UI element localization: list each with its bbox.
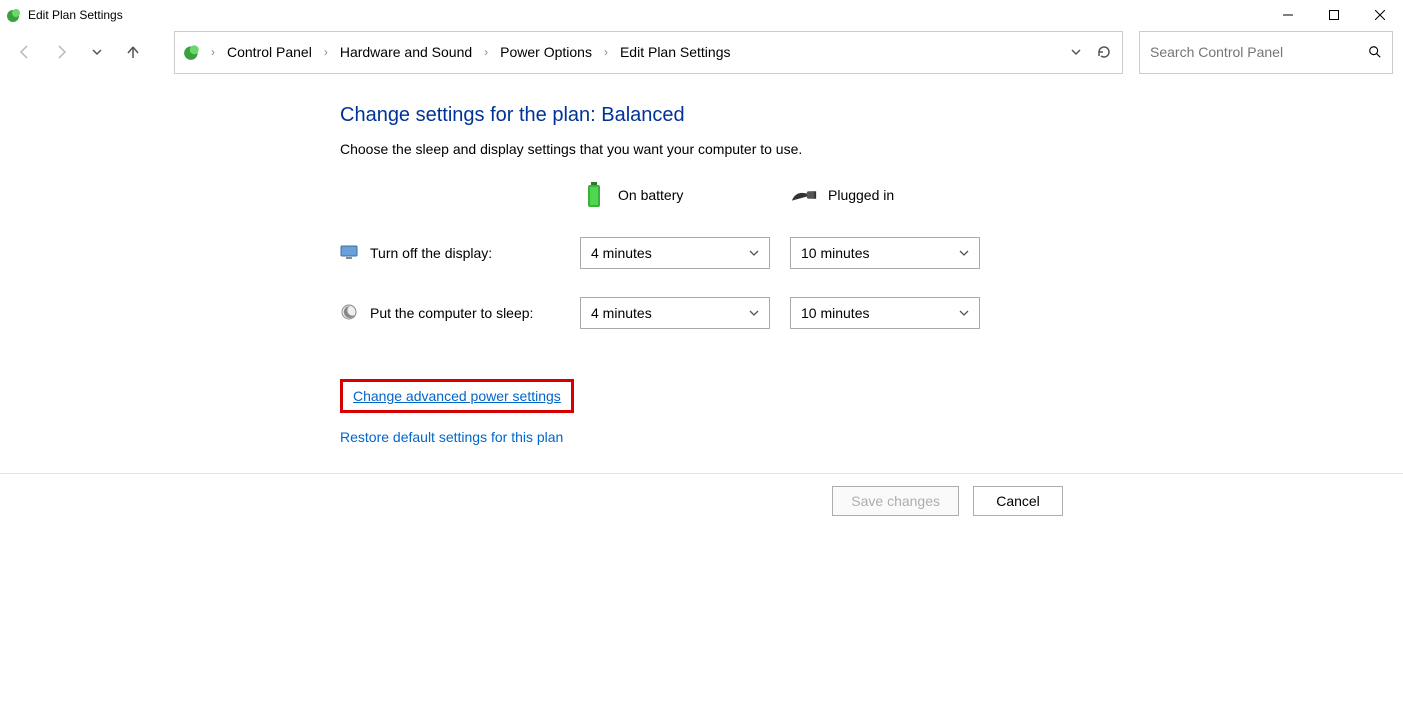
- row-sleep: Put the computer to sleep:: [340, 303, 560, 323]
- address-dropdown-icon[interactable]: [1070, 46, 1082, 58]
- battery-icon: [580, 181, 608, 209]
- link-restore-defaults[interactable]: Restore default settings for this plan: [340, 429, 1403, 445]
- search-icon[interactable]: [1368, 45, 1382, 59]
- sleep-battery-select[interactable]: 4 minutes: [580, 297, 770, 329]
- search-box[interactable]: [1139, 31, 1393, 74]
- titlebar: Edit Plan Settings: [0, 0, 1403, 30]
- settings-grid: On battery Plugged in Turn off the displ…: [340, 181, 1403, 329]
- column-plugged-in-label: Plugged in: [828, 187, 894, 203]
- chevron-down-icon: [959, 308, 969, 318]
- close-button[interactable]: [1357, 0, 1403, 30]
- up-button[interactable]: [118, 37, 148, 67]
- display-battery-value: 4 minutes: [591, 245, 652, 261]
- row-turn-off-display: Turn off the display:: [340, 243, 560, 263]
- app-icon: [6, 7, 22, 23]
- column-on-battery-label: On battery: [618, 187, 683, 203]
- cancel-button[interactable]: Cancel: [973, 486, 1063, 516]
- column-on-battery: On battery: [580, 181, 770, 209]
- page-subtext: Choose the sleep and display settings th…: [340, 141, 1403, 157]
- row-sleep-label: Put the computer to sleep:: [370, 305, 533, 321]
- links-section: Change advanced power settings Restore d…: [340, 379, 1403, 445]
- breadcrumb-power-options[interactable]: Power Options: [498, 40, 594, 64]
- display-plugged-select[interactable]: 10 minutes: [790, 237, 980, 269]
- maximize-button[interactable]: [1311, 0, 1357, 30]
- breadcrumb-control-panel[interactable]: Control Panel: [225, 40, 314, 64]
- display-battery-select[interactable]: 4 minutes: [580, 237, 770, 269]
- breadcrumb-separator: ›: [480, 45, 492, 59]
- address-bar[interactable]: › Control Panel › Hardware and Sound › P…: [174, 31, 1123, 74]
- breadcrumb-edit-plan[interactable]: Edit Plan Settings: [618, 40, 733, 64]
- main-content: Change settings for the plan: Balanced C…: [0, 74, 1403, 445]
- plug-icon: [790, 181, 818, 209]
- chevron-down-icon: [749, 248, 759, 258]
- page-heading: Change settings for the plan: Balanced: [340, 104, 1403, 127]
- row-turn-off-display-label: Turn off the display:: [370, 245, 492, 261]
- refresh-icon[interactable]: [1096, 44, 1112, 60]
- minimize-button[interactable]: [1265, 0, 1311, 30]
- sleep-battery-value: 4 minutes: [591, 305, 652, 321]
- display-plugged-value: 10 minutes: [801, 245, 869, 261]
- footer: Save changes Cancel: [0, 474, 1403, 516]
- search-input[interactable]: [1150, 44, 1368, 60]
- moon-icon: [340, 303, 360, 323]
- breadcrumb-hardware[interactable]: Hardware and Sound: [338, 40, 474, 64]
- breadcrumb-separator: ›: [320, 45, 332, 59]
- sleep-plugged-select[interactable]: 10 minutes: [790, 297, 980, 329]
- chevron-down-icon: [749, 308, 759, 318]
- sleep-plugged-value: 10 minutes: [801, 305, 869, 321]
- back-button[interactable]: [10, 37, 40, 67]
- chevron-down-icon: [959, 248, 969, 258]
- display-icon: [340, 243, 360, 263]
- navigation-bar: › Control Panel › Hardware and Sound › P…: [0, 30, 1403, 74]
- breadcrumb-separator: ›: [207, 45, 219, 59]
- link-advanced-power-settings[interactable]: Change advanced power settings: [353, 388, 561, 404]
- address-icon: [183, 43, 201, 61]
- window-controls: [1265, 0, 1403, 30]
- window-title: Edit Plan Settings: [28, 8, 123, 22]
- history-dropdown[interactable]: [82, 37, 112, 67]
- breadcrumb-separator: ›: [600, 45, 612, 59]
- column-plugged-in: Plugged in: [790, 181, 980, 209]
- highlight-box: Change advanced power settings: [340, 379, 574, 413]
- save-button[interactable]: Save changes: [832, 486, 959, 516]
- forward-button[interactable]: [46, 37, 76, 67]
